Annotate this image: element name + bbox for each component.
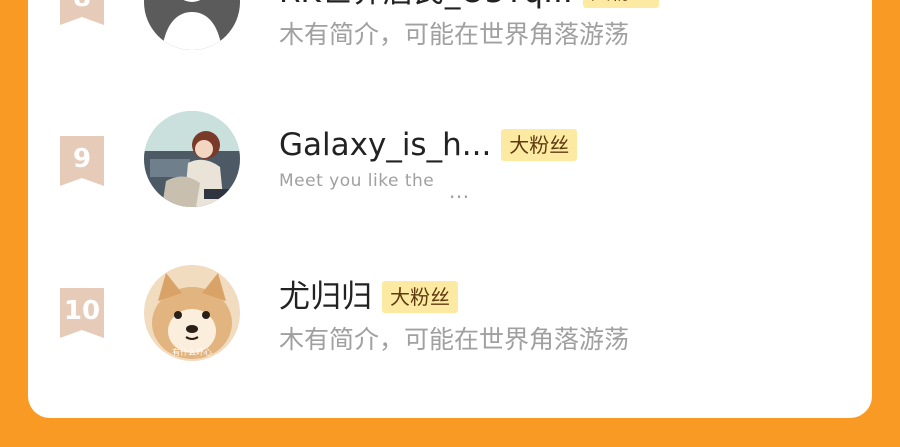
bio-ellipsis: ... [449,179,470,203]
rank-badge: 10 [60,288,104,338]
user-name[interactable]: 尤归归 [279,277,372,317]
user-name[interactable]: RK世界居民_O3Yq... [279,0,573,12]
default-avatar-icon [144,0,240,50]
shiba-dog-avatar-icon: 有什么坏心 [144,265,240,361]
list-item[interactable]: 8 RK世界居民_O3Yq... 大粉丝 木有简介，可能在世界角落游荡 [28,0,872,110]
user-bio: Meet you like the ... [279,171,470,203]
user-name[interactable]: Galaxy_is_h... [279,125,491,165]
anime-girl-avatar-icon [144,111,240,207]
fan-ranking-card: 8 RK世界居民_O3Yq... 大粉丝 木有简介，可能在世界角落游荡 9 [28,0,872,418]
user-bio: 木有简介，可能在世界角落游荡 [279,20,630,49]
rank-badge: 8 [60,0,104,25]
list-item[interactable]: 10 有什么坏心 尤归归 大粉丝 木有简介，可能在世界角落游荡 [28,260,872,410]
fan-level-badge: 大粉丝 [382,281,458,313]
avatar-caption: 有什么坏心 [172,347,212,357]
avatar[interactable] [144,111,240,207]
list-item[interactable]: 9 Galaxy_is_h... 大粉丝 Meet you like the .… [28,110,872,260]
avatar[interactable] [144,0,240,50]
fan-level-badge: 大粉丝 [501,129,578,161]
rank-badge: 9 [60,136,104,186]
fan-level-badge: 大粉丝 [582,0,659,8]
avatar[interactable]: 有什么坏心 [144,265,240,361]
user-bio: 木有简介，可能在世界角落游荡 [279,325,630,354]
